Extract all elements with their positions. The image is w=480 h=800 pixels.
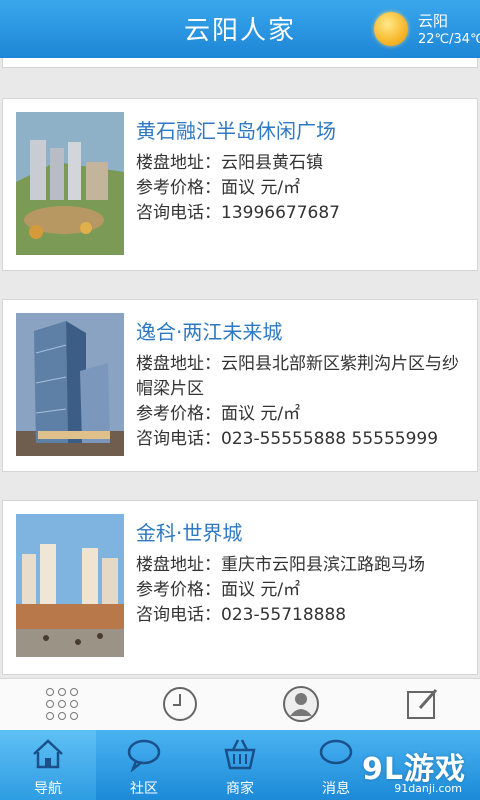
listing-feed[interactable]: 黄石融汇半岛休闲广场 楼盘地址：云阳县黄石镇 参考价格：面议 元/㎡ 咨询电话：… <box>0 58 480 678</box>
listing-address: 楼盘地址：重庆市云阳县滨江路跑马场 <box>136 555 425 575</box>
weather-widget[interactable]: 云阳 22℃/34℃ <box>374 8 480 52</box>
listing-thumbnail[interactable] <box>16 112 124 255</box>
home-icon <box>33 739 63 769</box>
tab-label: 社区 <box>130 781 158 797</box>
listing-address: 楼盘地址：云阳县北部新区紫荆沟片区与纱帽梁片区 <box>136 354 459 399</box>
weather-temperature: 22℃/34℃ <box>418 32 480 47</box>
chat-icon <box>127 739 161 772</box>
tab-community[interactable]: 社区 <box>96 730 192 800</box>
bottom-toolbar <box>0 678 480 731</box>
tab-home[interactable]: 导航 <box>0 730 96 800</box>
sun-icon <box>374 12 408 46</box>
weather-city: 云阳 <box>418 12 449 30</box>
listing-title[interactable]: 黄石融汇半岛休闲广场 <box>136 115 471 144</box>
listing-price: 参考价格：面议 元/㎡ <box>136 580 301 600</box>
listing-price: 参考价格：面议 元/㎡ <box>136 404 301 424</box>
listing-title[interactable]: 金科·世界城 <box>136 517 471 546</box>
listing-card[interactable]: 金科·世界城 楼盘地址：重庆市云阳县滨江路跑马场 参考价格：面议 元/㎡ 咨询电… <box>2 500 478 675</box>
edit-icon[interactable] <box>402 684 442 724</box>
listing-card[interactable]: 逸合·两江未来城 楼盘地址：云阳县北部新区紫荆沟片区与纱帽梁片区 参考价格：面议… <box>2 299 478 472</box>
listing-address: 楼盘地址：云阳县黄石镇 <box>136 153 323 173</box>
listing-phone: 咨询电话：13996677687 <box>136 203 340 223</box>
listing-phone: 咨询电话：023-55555888 55555999 <box>136 429 439 449</box>
watermark-url: 91danji.com <box>394 782 462 795</box>
listing-card-previous[interactable] <box>2 58 478 68</box>
user-icon[interactable] <box>281 684 321 724</box>
listing-phone: 咨询电话：023-55718888 <box>136 605 347 625</box>
clock-icon[interactable] <box>160 684 200 724</box>
listing-title[interactable]: 逸合·两江未来城 <box>136 316 471 345</box>
tab-label: 商家 <box>226 781 254 797</box>
tab-label: 导航 <box>34 781 62 797</box>
watermark: 9L游戏 91danji.com <box>330 740 480 800</box>
listing-price: 参考价格：面议 元/㎡ <box>136 178 301 198</box>
listing-card[interactable]: 黄石融汇半岛休闲广场 楼盘地址：云阳县黄石镇 参考价格：面议 元/㎡ 咨询电话：… <box>2 98 478 271</box>
tab-merchants[interactable]: 商家 <box>192 730 288 800</box>
listing-thumbnail[interactable] <box>16 313 124 456</box>
basket-icon <box>224 739 256 770</box>
app-header: 云阳人家 云阳 22℃/34℃ <box>0 0 480 58</box>
grid-icon[interactable] <box>42 684 82 724</box>
listing-thumbnail[interactable] <box>16 514 124 657</box>
